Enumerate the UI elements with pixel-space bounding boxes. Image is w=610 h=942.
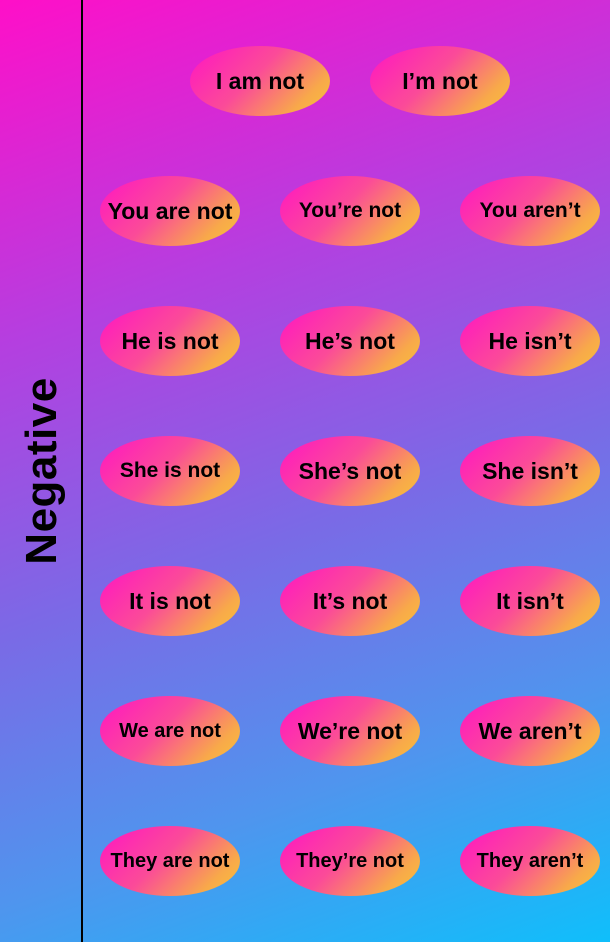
form-pill: They are not [100, 826, 240, 896]
form-pill: You aren’t [460, 176, 600, 246]
row-we: We are not We’re not We aren’t [0, 696, 610, 766]
form-pill: You are not [100, 176, 240, 246]
form-label: You’re not [298, 198, 402, 222]
form-pill: She’s not [280, 436, 420, 506]
form-label: They aren’t [476, 849, 584, 872]
form-label: They are not [110, 849, 230, 872]
form-pill: We aren’t [460, 696, 600, 766]
form-label: He is not [121, 327, 219, 354]
row-he: He is not He’s not He isn’t [0, 306, 610, 376]
form-label: It isn’t [496, 587, 564, 614]
form-label: He isn’t [488, 327, 572, 354]
form-label: We aren’t [478, 717, 582, 744]
form-label: He’s not [305, 327, 395, 354]
form-pill: It isn’t [460, 566, 600, 636]
form-pill: It’s not [280, 566, 420, 636]
form-label: You are not [107, 197, 233, 224]
form-pill: We’re not [280, 696, 420, 766]
row-you: You are not You’re not You aren’t [0, 176, 610, 246]
form-pill: She isn’t [460, 436, 600, 506]
form-label: They’re not [296, 849, 404, 872]
form-pill: They aren’t [460, 826, 600, 896]
form-pill: It is not [100, 566, 240, 636]
form-label: It is not [129, 587, 211, 614]
form-label: She is not [119, 458, 221, 482]
form-label: We are not [119, 719, 221, 742]
form-pill: We are not [100, 696, 240, 766]
row-i: I am not I’m not [0, 46, 610, 116]
form-pill: She is not [100, 436, 240, 506]
form-pill: They’re not [280, 826, 420, 896]
form-label: She’s not [298, 457, 402, 484]
form-label: I am not [215, 67, 305, 94]
form-label: I’m not [402, 67, 478, 94]
form-pill: He is not [100, 306, 240, 376]
form-pill: I’m not [370, 46, 510, 116]
form-label: You aren’t [479, 198, 581, 222]
form-label: She isn’t [482, 457, 578, 484]
row-it: It is not It’s not It isn’t [0, 566, 610, 636]
form-pill: I am not [190, 46, 330, 116]
form-pill: He isn’t [460, 306, 600, 376]
row-she: She is not She’s not She isn’t [0, 436, 610, 506]
form-label: We’re not [297, 717, 403, 744]
form-label: It’s not [312, 587, 388, 614]
form-pill: You’re not [280, 176, 420, 246]
row-they: They are not They’re not They aren’t [0, 826, 610, 896]
form-pill: He’s not [280, 306, 420, 376]
